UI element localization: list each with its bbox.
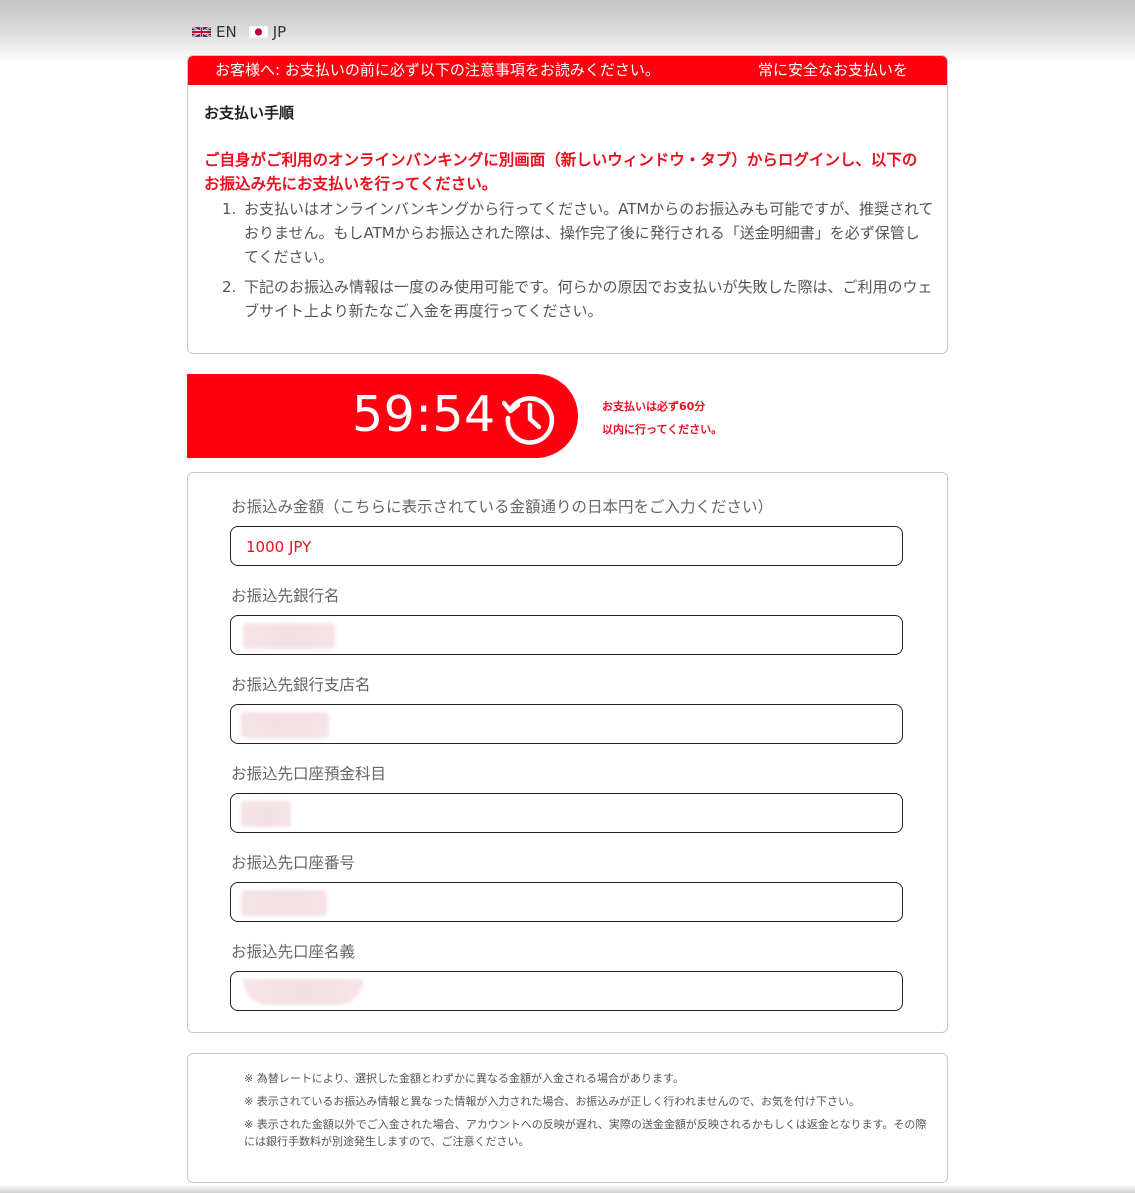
amount-field[interactable]: 1000 JPY (230, 526, 903, 566)
account-number-field[interactable] (230, 882, 903, 922)
list-number: 2. (222, 278, 237, 296)
lang-option-en[interactable]: EN (192, 23, 237, 41)
notice-marquee: お客様へ: お支払いの前に必ず以下の注意事項をお読みください。 常に安全なお支払… (188, 56, 947, 85)
marquee-text-primary: お客様へ: お支払いの前に必ず以下の注意事項をお読みください。 (215, 61, 660, 79)
redacted-value (241, 890, 327, 916)
timer-note-line2: 以内に行ってください。 (602, 423, 723, 436)
redacted-value (243, 623, 335, 649)
redacted-value (241, 801, 291, 827)
payment-notice-card: お客様へ: お支払いの前に必ず以下の注意事項をお読みください。 常に安全なお支払… (187, 55, 948, 354)
countdown-timer: 59:54 (187, 374, 578, 458)
bank-name-label: お振込先銀行名 (231, 587, 340, 605)
timer-note: お支払いは必ず60分 以内に行ってください。 (602, 395, 772, 441)
disclaimer-card: ※ 為替レートにより、選択した金額とわずかに異なる金額が入金される場合があります… (187, 1053, 948, 1183)
account-holder-label: お振込先口座名義 (231, 943, 356, 961)
clock-history-icon (501, 390, 558, 446)
list-item: 2. 下記のお振込み情報は一度のみ使用可能です。何らかの原因でお支払いが失敗した… (222, 275, 934, 323)
redacted-value (243, 979, 363, 1005)
amount-value: 1000 JPY (246, 538, 312, 556)
marquee-text-secondary: 常に安全なお支払いを (758, 61, 909, 79)
banking-instruction: ご自身がご利用のオンラインバンキングに別画面（新しいウィンドウ・タブ）からログイ… (204, 151, 918, 193)
timer-note-line1: お支払いは必ず60分 (602, 400, 706, 413)
procedure-list: 1. お支払いはオンラインバンキングから行ってください。ATMからのお振込みも可… (222, 197, 934, 329)
branch-name-field[interactable] (230, 704, 903, 744)
bottom-gradient-band (0, 1184, 1135, 1193)
list-text: 下記のお振込み情報は一度のみ使用可能です。何らかの原因でお支払いが失敗した際は、… (244, 278, 933, 320)
redacted-value (241, 712, 329, 738)
lang-label-en: EN (216, 23, 237, 41)
disclaimer-note: ※ 表示された金額以外でご入金された場合、アカウントへの反映が遅れ、実際の送金金… (244, 1118, 927, 1148)
timer-value: 59:54 (352, 386, 496, 443)
list-item: 1. お支払いはオンラインバンキングから行ってください。ATMからのお振込みも可… (222, 197, 934, 269)
disclaimer-note: ※ 為替レートにより、選択した金額とわずかに異なる金額が入金される場合があります… (244, 1072, 684, 1085)
lang-label-jp: JP (272, 23, 287, 41)
procedure-title: お支払い手順 (204, 104, 295, 122)
language-switcher: EN JP (192, 22, 298, 42)
disclaimer-note: ※ 表示されているお振込み情報と異なった情報が入力された場合、お振込みが正しく行… (244, 1095, 861, 1108)
account-type-field[interactable] (230, 793, 903, 833)
account-type-label: お振込先口座預金科目 (231, 765, 387, 783)
bank-name-field[interactable] (230, 615, 903, 655)
list-number: 1. (222, 200, 237, 218)
amount-label: お振込み金額（こちらに表示されている金額通りの日本円をご入力ください） (231, 498, 774, 516)
list-text: お支払いはオンラインバンキングから行ってください。ATMからのお振込みも可能です… (244, 200, 934, 266)
transfer-details-card: お振込み金額（こちらに表示されている金額通りの日本円をご入力ください） 1000… (187, 472, 948, 1033)
branch-name-label: お振込先銀行支店名 (231, 676, 371, 694)
japan-flag-icon (248, 26, 268, 38)
disclaimer-notes: ※ 為替レートにより、選択した金額とわずかに異なる金額が入金される場合があります… (244, 1070, 934, 1156)
account-number-label: お振込先口座番号 (231, 854, 356, 872)
uk-flag-icon (192, 26, 211, 38)
lang-option-jp[interactable]: JP (248, 23, 287, 41)
account-holder-field[interactable] (230, 971, 903, 1011)
